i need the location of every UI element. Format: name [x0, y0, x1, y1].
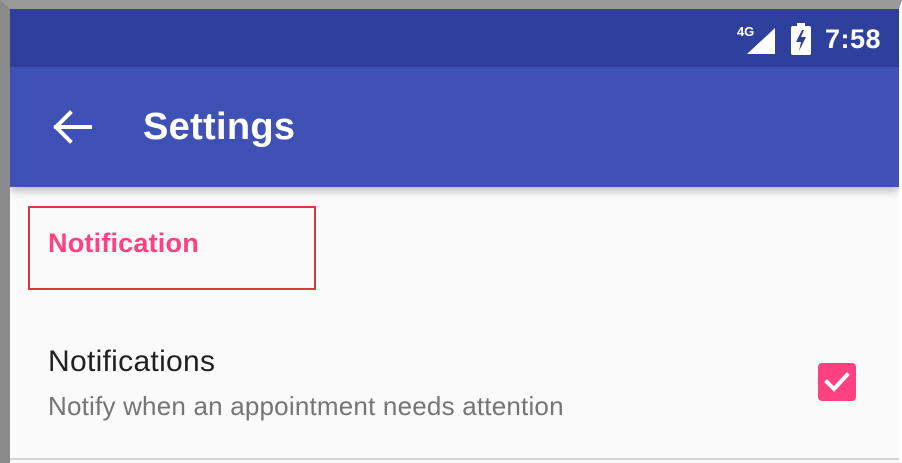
app-bar: Settings — [10, 67, 899, 187]
status-bar: 4G 7:58 — [10, 9, 899, 67]
page-title: Settings — [143, 106, 296, 148]
preference-title: Notifications — [48, 345, 216, 378]
divider — [10, 458, 899, 460]
status-icons: 4G 7:58 — [737, 19, 881, 59]
category-title: Notification — [48, 228, 199, 258]
back-button[interactable] — [48, 103, 96, 151]
signal-strength-icon — [746, 28, 775, 54]
signal-icon: 4G — [737, 24, 777, 54]
preference-summary: Notify when an appointment needs attenti… — [48, 391, 564, 421]
arrow-left-icon — [53, 110, 92, 144]
notifications-checkbox[interactable] — [818, 363, 856, 401]
screen-frame: 4G 7:58 Settings Notification Notificati… — [0, 0, 902, 463]
check-icon — [824, 372, 850, 392]
status-time: 7:58 — [824, 23, 881, 54]
battery-charging-icon — [790, 23, 811, 55]
notifications-preference[interactable]: Notifications Notify when an appointment… — [10, 327, 899, 457]
